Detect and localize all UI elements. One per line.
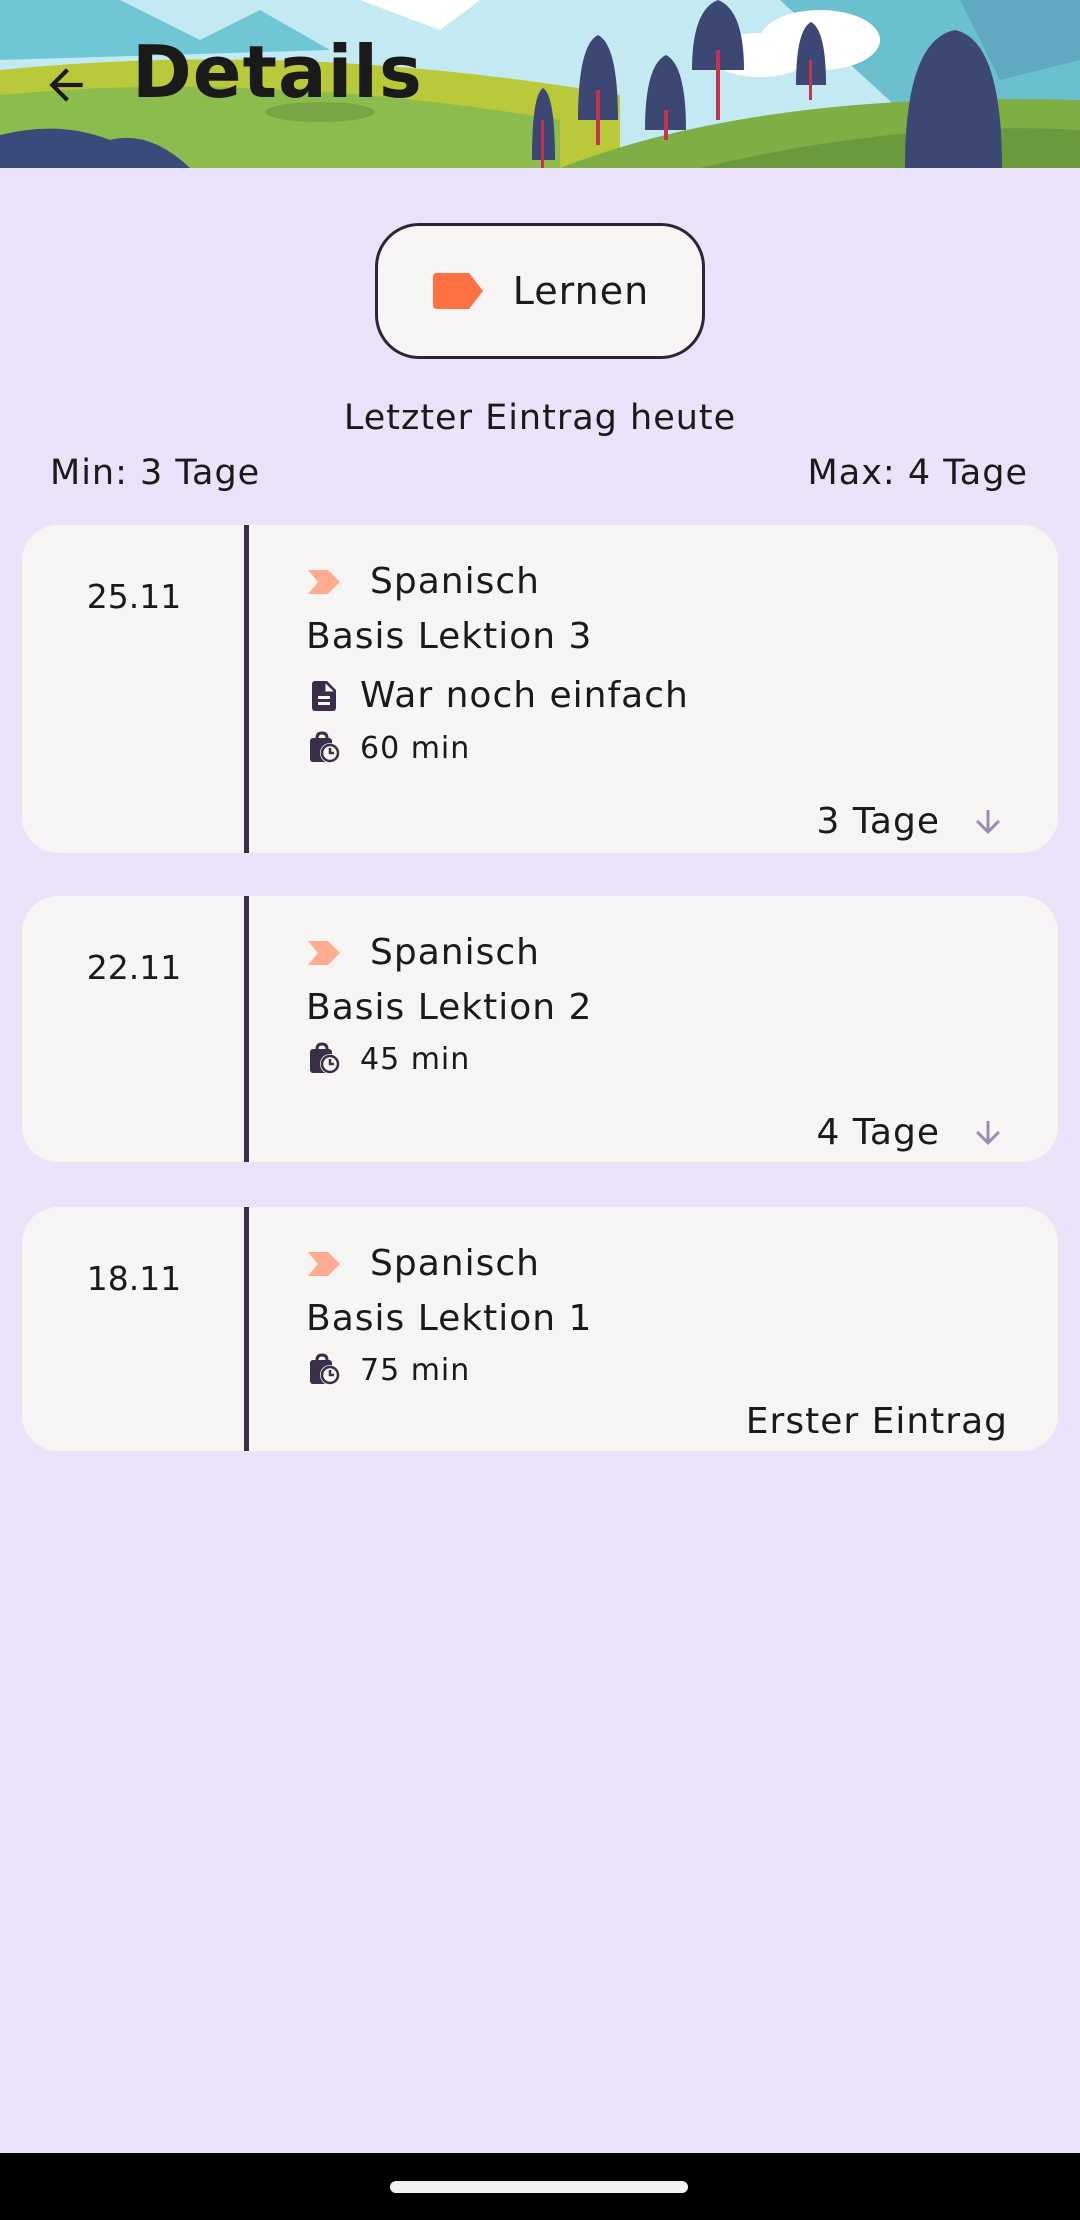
max-interval: Max: 4 Tage	[807, 453, 1028, 493]
first-entry-label: Erster Eintrag	[745, 1401, 1008, 1442]
back-button[interactable]	[36, 50, 96, 120]
chevron-tag-icon	[308, 569, 340, 594]
timer-bag-icon	[310, 731, 340, 763]
card-divider	[244, 896, 249, 1162]
entry-duration: 60 min	[360, 730, 471, 766]
label-tag-icon	[432, 273, 483, 309]
entry-date: 22.11	[86, 948, 182, 987]
note-icon	[312, 680, 336, 711]
entry-date: 25.11	[86, 577, 182, 616]
entry-duration: 45 min	[360, 1041, 471, 1077]
card-divider	[244, 1207, 249, 1451]
entry-lesson: Basis Lektion 1	[306, 1298, 593, 1339]
category-label: Lernen	[512, 269, 650, 313]
entry-subject: Spanisch	[370, 1243, 540, 1284]
entry-subject: Spanisch	[370, 932, 540, 973]
interval-label: 3 Tage	[816, 801, 940, 842]
interval-indicator: 3 Tage	[817, 801, 1006, 842]
interval-indicator: 4 Tage	[817, 1112, 1006, 1153]
header-banner: Details	[0, 0, 1080, 168]
chevron-tag-icon	[308, 1251, 340, 1276]
min-interval: Min: 3 Tage	[50, 453, 261, 493]
entry-card[interactable]: 18.11 Spanisch Basis Lektion 1 75 min Er…	[22, 1207, 1058, 1451]
page-title: Details	[132, 30, 423, 114]
arrow-down-icon	[976, 1120, 1000, 1145]
entry-duration: 75 min	[360, 1352, 471, 1388]
entry-date: 18.11	[86, 1259, 182, 1298]
last-entry-text: Letzter Eintrag heute	[343, 398, 737, 438]
system-navigation-bar	[0, 2153, 1080, 2220]
entry-card[interactable]: 25.11 Spanisch Basis Lektion 3 War noch …	[22, 525, 1058, 853]
timer-bag-icon	[310, 1042, 340, 1074]
card-divider	[244, 525, 249, 853]
entry-note: War noch einfach	[360, 675, 689, 716]
entry-lesson: Basis Lektion 3	[306, 616, 593, 657]
home-gesture-handle[interactable]	[390, 2181, 688, 2193]
timer-bag-icon	[310, 1353, 340, 1385]
entry-subject: Spanisch	[370, 561, 540, 602]
interval-label: 4 Tage	[816, 1112, 940, 1153]
arrow-down-icon	[976, 809, 1000, 834]
category-chip[interactable]: Lernen	[375, 223, 705, 359]
entry-card[interactable]: 22.11 Spanisch Basis Lektion 2 45 min 4 …	[22, 896, 1058, 1162]
chevron-tag-icon	[308, 940, 340, 965]
entry-lesson: Basis Lektion 2	[306, 987, 593, 1028]
arrow-left-icon	[49, 68, 83, 102]
